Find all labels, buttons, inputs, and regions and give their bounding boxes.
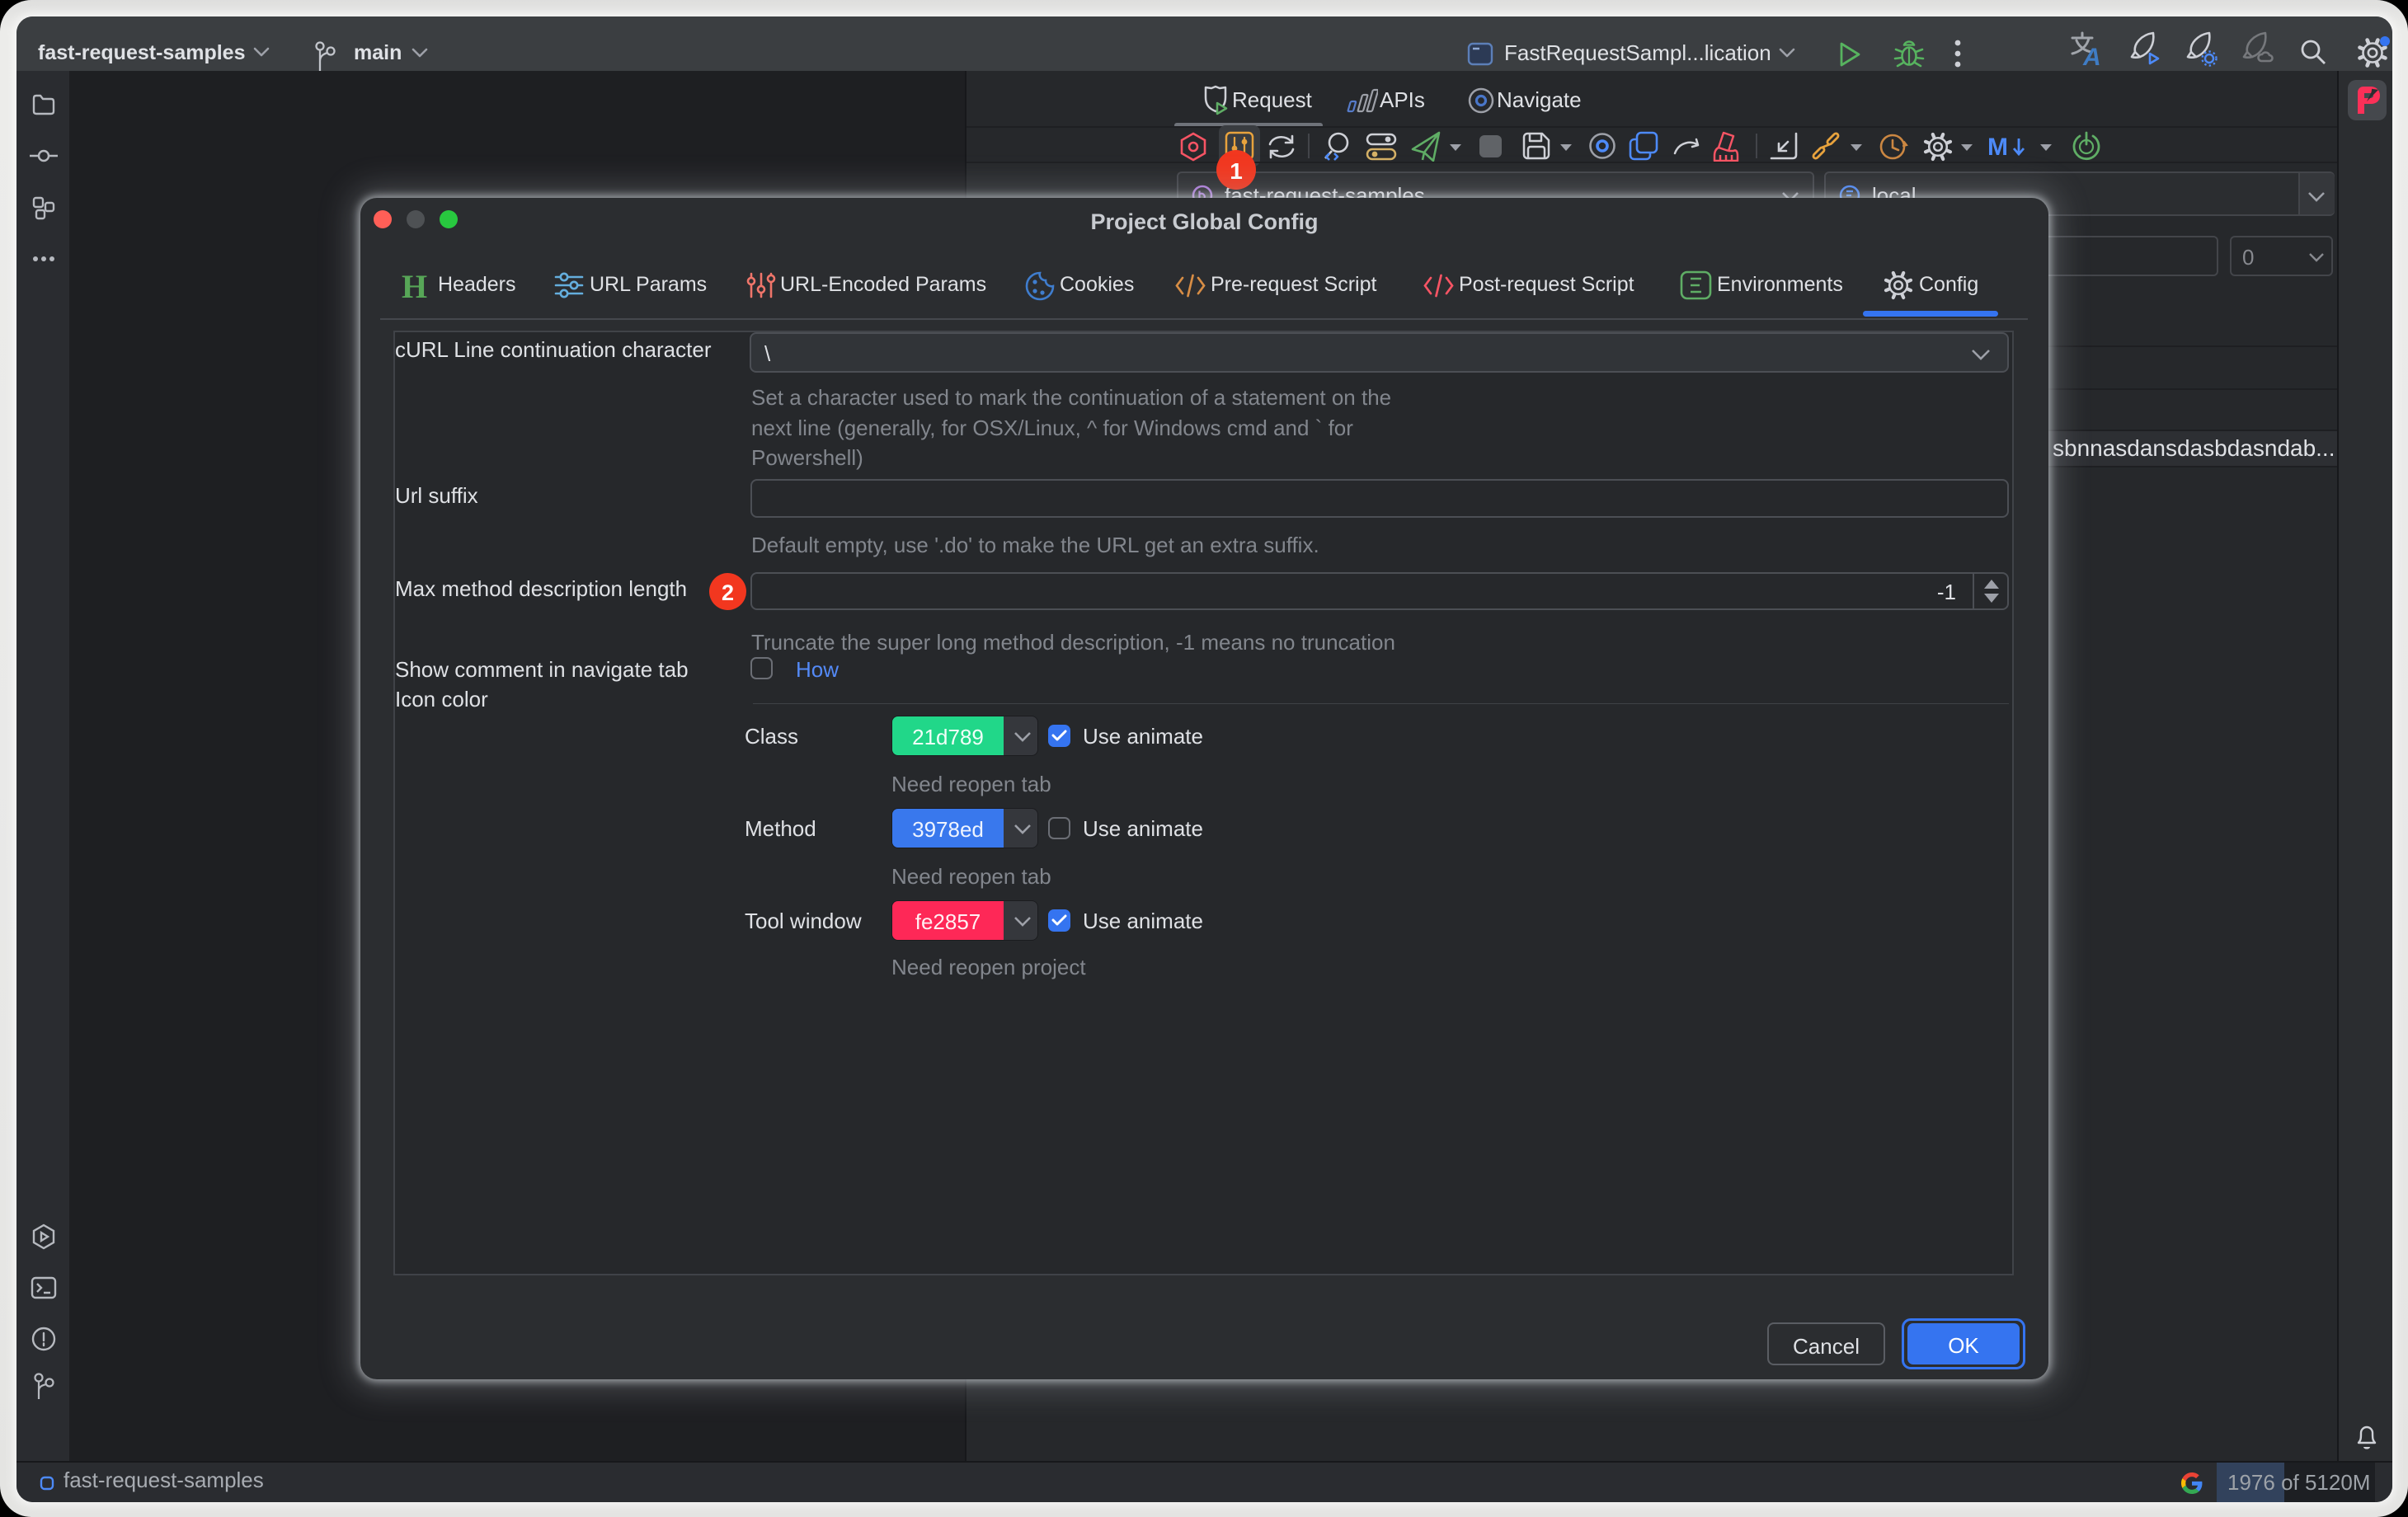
svg-text:A: A bbox=[2082, 44, 2101, 70]
